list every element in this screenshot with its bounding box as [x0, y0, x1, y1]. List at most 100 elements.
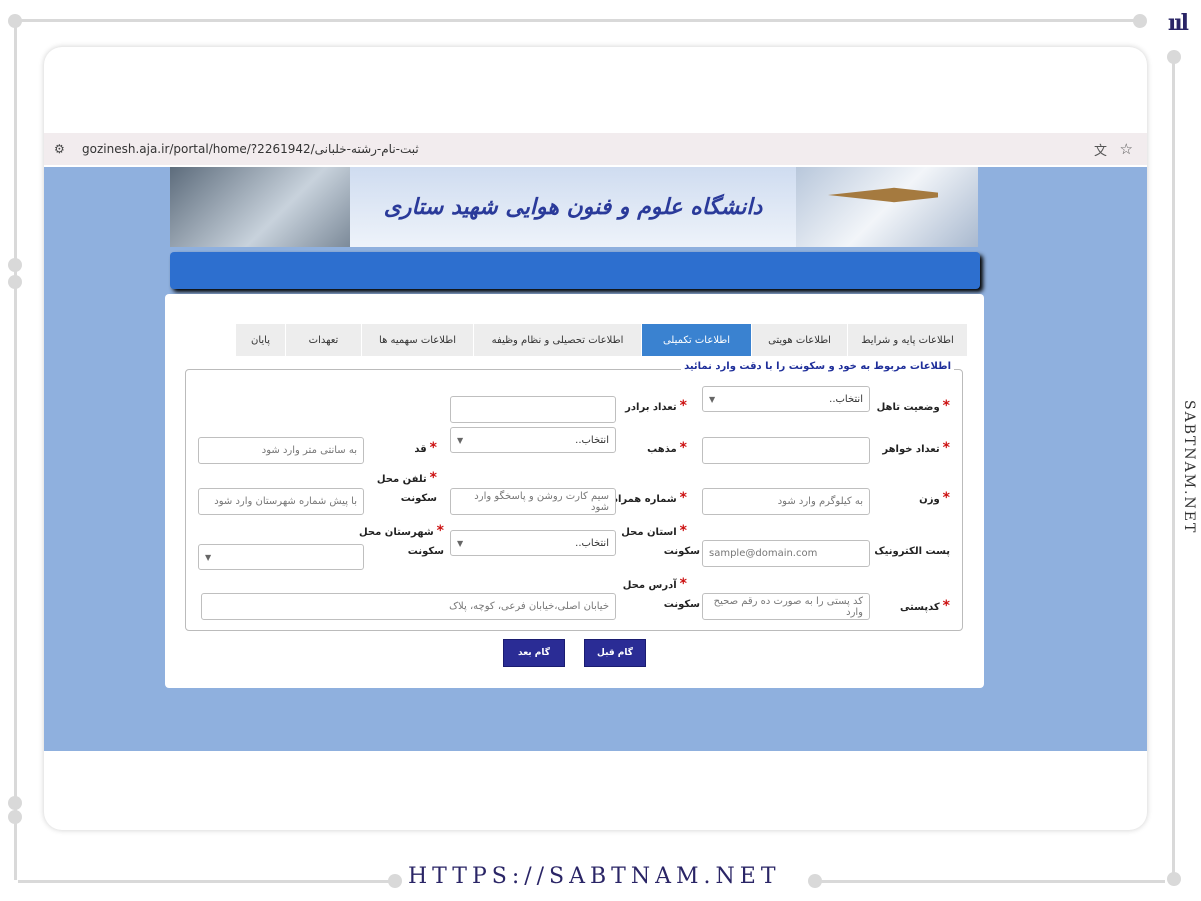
frame-bottom-line-right: [820, 880, 1165, 883]
address-input[interactable]: خیابان اصلی،خیابان فرعی، کوچه، پلاک: [201, 593, 616, 620]
brothers-count-input[interactable]: [450, 396, 616, 423]
step-label: اطلاعات تکمیلی: [662, 334, 731, 346]
required-star-icon: *: [942, 398, 950, 414]
step-label: اطلاعات سهمیه ها: [379, 334, 456, 346]
screenshot-card: ⚙ gozinesh.aja.ir/portal/home/?2261942/ث…: [44, 47, 1147, 830]
step-basic-info[interactable]: اطلاعات پایه و شرایط: [848, 324, 968, 356]
required-star-icon: *: [942, 598, 950, 614]
step-quota-info[interactable]: اطلاعات سهمیه ها: [362, 324, 474, 356]
city-label-line1: *شهرستان محل: [359, 523, 444, 539]
previous-step-button[interactable]: گام قبل: [584, 639, 646, 667]
address-placeholder: خیابان اصلی،خیابان فرعی، کوچه، پلاک: [449, 601, 609, 612]
browser-address-bar[interactable]: ⚙ gozinesh.aja.ir/portal/home/?2261942/ث…: [44, 133, 1147, 165]
email-label: پست الکترونیک: [874, 546, 950, 557]
mobile-placeholder: سیم کارت روشن و پاسخگو وارد شود: [474, 490, 609, 513]
frame-dot: [1167, 872, 1181, 886]
email-placeholder: sample@domain.com: [709, 548, 818, 559]
page-viewport: دانشگاه علوم و فنون هوایی شهید ستاری اطل…: [44, 167, 1147, 751]
phone-label-line2: سکونت: [400, 493, 437, 504]
select-value: انتخاب..: [829, 393, 863, 405]
step-finish[interactable]: پایان: [236, 324, 286, 356]
frame-dot: [8, 796, 22, 810]
email-input[interactable]: sample@domain.com: [702, 540, 870, 567]
height-input[interactable]: به سانتی متر وارد شود: [198, 437, 364, 464]
address-label-line1: *آدرس محل: [622, 576, 687, 592]
postal-placeholder: کد پستی را به صورت ده رقم صحیح وارد: [713, 595, 863, 618]
height-label: *قد: [414, 440, 437, 456]
select-value: انتخاب..: [575, 434, 609, 446]
phone-placeholder: با پیش شماره شهرستان وارد شود: [214, 496, 357, 507]
bookmark-star-icon[interactable]: ☆: [1120, 140, 1133, 158]
site-settings-icon[interactable]: ⚙: [54, 142, 68, 156]
step-commitments[interactable]: تعهدات: [286, 324, 362, 356]
required-star-icon: *: [679, 490, 687, 506]
address-label-line2: سکونت: [663, 599, 700, 610]
height-placeholder: به سانتی متر وارد شود: [261, 445, 357, 456]
fieldset-legend: اطلاعات مربوط به خود و سکونت را با دقت و…: [681, 361, 954, 372]
weight-label: *وزن: [919, 490, 950, 506]
footer-url: HTTPS://SABTNAM.NET: [408, 864, 781, 889]
personal-info-fieldset: اطلاعات مربوط به خود و سکونت را با دقت و…: [185, 361, 963, 631]
address-url[interactable]: gozinesh.aja.ir/portal/home/?2261942/ثبت…: [82, 142, 419, 156]
step-label: تعهدات: [308, 334, 339, 346]
religion-label: *مذهب: [647, 440, 687, 456]
chevron-down-icon: ▼: [205, 552, 212, 562]
frame-dot: [8, 275, 22, 289]
step-label: اطلاعات هویتی: [768, 334, 831, 346]
required-star-icon: *: [679, 398, 687, 414]
frame-dot: [808, 874, 822, 888]
required-star-icon: *: [679, 576, 687, 592]
translate-icon[interactable]: 文: [1094, 140, 1107, 159]
marital-status-select[interactable]: انتخاب.. ▼: [702, 386, 870, 412]
city-label-line2: سکونت: [407, 546, 444, 557]
phone-label-line1: *تلفن محل: [376, 470, 437, 486]
frame-dot: [8, 258, 22, 272]
chevron-down-icon: ▼: [457, 435, 464, 445]
postal-code-label: *کدپستی: [899, 598, 950, 614]
mobile-label: *شماره همراه: [612, 490, 687, 506]
banner-title: دانشگاه علوم و فنون هوایی شهید ستاری: [383, 194, 763, 220]
sisters-count-label: *تعداد خواهر: [882, 440, 950, 456]
frame-top-line: [18, 19, 1140, 22]
required-star-icon: *: [429, 440, 437, 456]
landline-phone-input[interactable]: با پیش شماره شهرستان وارد شود: [198, 488, 364, 515]
step-supplementary-info[interactable]: اطلاعات تکمیلی: [642, 324, 752, 356]
form-panel: اطلاعات پایه و شرایط اطلاعات هویتی اطلاع…: [165, 294, 984, 688]
province-label-line1: *استان محل: [621, 523, 687, 539]
select-value: انتخاب..: [575, 537, 609, 549]
frame-dot: [8, 14, 22, 28]
brand-logo: ııl: [1167, 10, 1189, 36]
step-label: پایان: [251, 334, 271, 346]
weight-input[interactable]: به کیلوگرم وارد شود: [702, 488, 870, 515]
jet-icon: [828, 187, 938, 203]
province-select[interactable]: انتخاب.. ▼: [450, 530, 616, 556]
step-label: اطلاعات پایه و شرایط: [861, 334, 954, 346]
wizard-steps: اطلاعات پایه و شرایط اطلاعات هویتی اطلاع…: [236, 324, 968, 356]
header-blue-bar: [170, 252, 980, 289]
required-star-icon: *: [679, 523, 687, 539]
religion-select[interactable]: انتخاب.. ▼: [450, 427, 616, 453]
step-label: اطلاعات تحصیلی و نظام وظیفه: [491, 334, 624, 346]
frame-dot: [388, 874, 402, 888]
city-select[interactable]: ▼: [198, 544, 364, 570]
chevron-down-icon: ▼: [709, 394, 716, 404]
chevron-down-icon: ▼: [457, 538, 464, 548]
mobile-input[interactable]: سیم کارت روشن و پاسخگو وارد شود: [450, 488, 616, 515]
postal-code-input[interactable]: کد پستی را به صورت ده رقم صحیح وارد: [702, 593, 870, 620]
brothers-count-label: *تعداد برادر: [625, 398, 687, 414]
frame-bottom-line-left: [18, 880, 396, 883]
university-banner: دانشگاه علوم و فنون هوایی شهید ستاری: [170, 167, 978, 247]
jet-image: [796, 167, 978, 247]
step-education-info[interactable]: اطلاعات تحصیلی و نظام وظیفه: [474, 324, 642, 356]
next-step-button[interactable]: گام بعد: [503, 639, 565, 667]
required-star-icon: *: [436, 523, 444, 539]
sisters-count-input[interactable]: [702, 437, 870, 464]
required-star-icon: *: [942, 440, 950, 456]
frame-dot: [1167, 50, 1181, 64]
side-watermark-text: SABTNAM.NET: [1181, 400, 1197, 535]
province-label-line2: سکونت: [663, 546, 700, 557]
step-identity-info[interactable]: اطلاعات هویتی: [752, 324, 848, 356]
weight-placeholder: به کیلوگرم وارد شود: [777, 496, 863, 507]
frame-right-line: [1172, 55, 1175, 877]
marital-status-label: *وضعیت تاهل: [876, 398, 950, 414]
